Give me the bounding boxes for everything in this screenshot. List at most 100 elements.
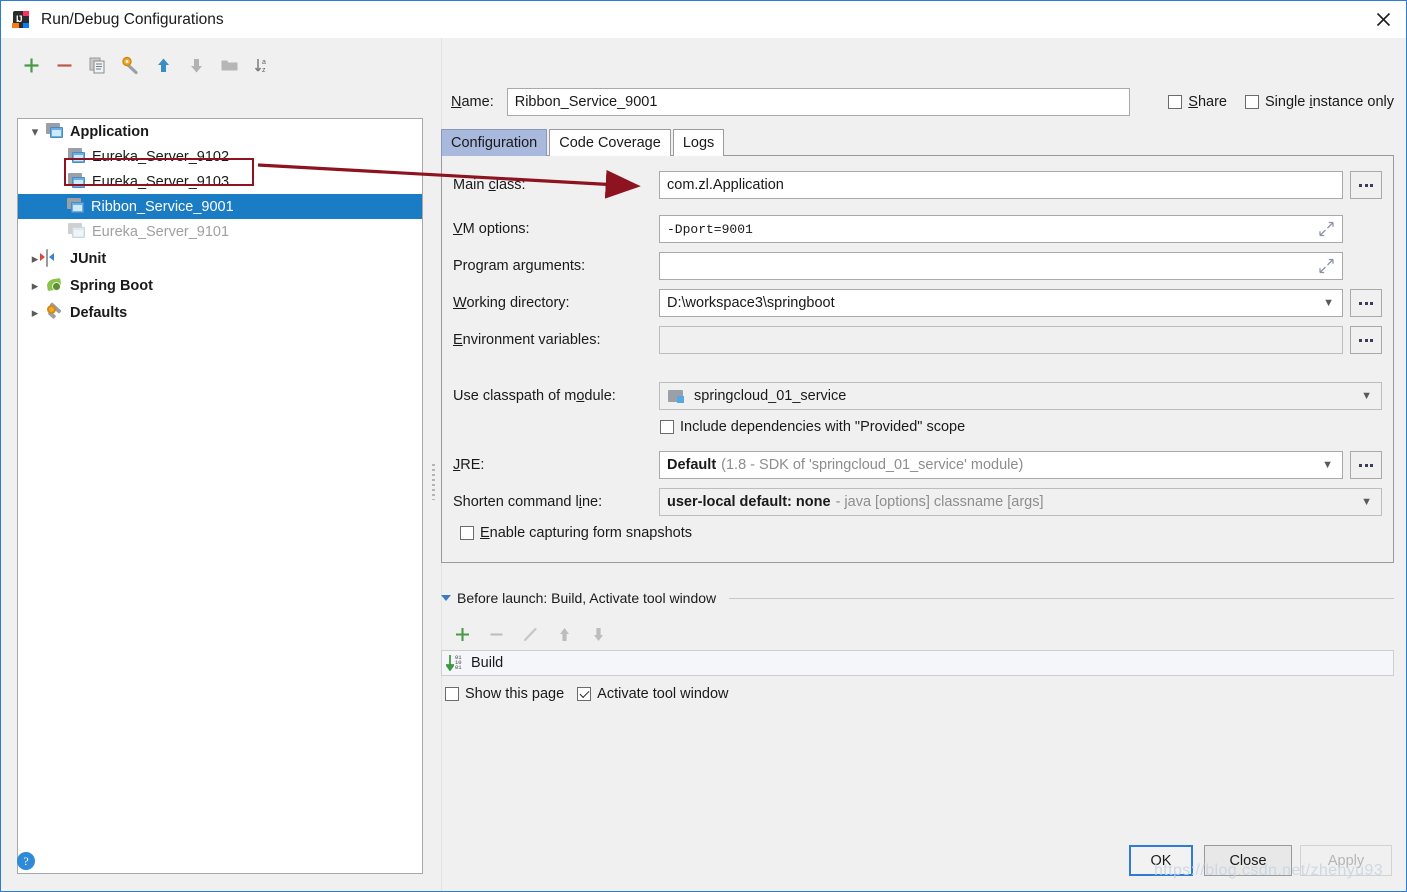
chevron-down-icon[interactable]: ▼ — [1361, 390, 1372, 402]
use-classpath-combo[interactable]: springcloud_01_service ▼ — [659, 382, 1382, 410]
activate-tool-window-checkbox[interactable]: Activate tool window — [577, 686, 729, 702]
jre-combo[interactable]: Default (1.8 - SDK of 'springcloud_01_se… — [659, 451, 1343, 479]
vm-options-input[interactable]: -Dport=9001 — [659, 215, 1343, 243]
jre-value: Default — [667, 457, 717, 473]
wrench-icon[interactable] — [114, 51, 147, 79]
program-arguments-row: Program arguments: — [453, 252, 1382, 280]
main-class-input[interactable]: com.zl.Application — [659, 171, 1343, 199]
expand-icon[interactable] — [1319, 258, 1334, 274]
tree-item-eureka-server-9101[interactable]: Eureka_Server_9101 — [18, 219, 422, 244]
working-directory-browse-button[interactable] — [1350, 289, 1382, 317]
arrow-up-icon[interactable] — [147, 51, 180, 79]
chevron-down-icon[interactable]: ▼ — [1323, 297, 1334, 309]
name-input[interactable]: Ribbon_Service_9001 — [506, 88, 1131, 116]
show-this-page-checkbox-box[interactable] — [445, 687, 459, 701]
use-classpath-label: Use classpath of module: — [453, 388, 616, 404]
tree-item-spring-boot[interactable]: ▸ Spring Boot — [18, 273, 422, 298]
tree-item-defaults[interactable]: ▸ Defaults — [18, 300, 422, 325]
share-checkbox[interactable]: Share — [1168, 94, 1227, 110]
vm-options-label: VM options: — [453, 221, 530, 237]
tree-item-application[interactable]: ▾ Application — [18, 119, 422, 144]
configurations-toolbar: a z — [15, 50, 285, 80]
shorten-command-line-row: Shorten command line: user-local default… — [453, 488, 1382, 516]
enable-snapshots-checkbox-box[interactable] — [460, 526, 474, 540]
jre-row: JRE: Default (1.8 - SDK of 'springcloud_… — [453, 451, 1382, 479]
panel-splitter[interactable] — [430, 118, 438, 874]
enable-snapshots-row: Enable capturing form snapshots — [453, 525, 1382, 541]
working-directory-label: Working directory: — [453, 295, 570, 311]
sort-az-icon[interactable]: a z — [246, 51, 279, 79]
build-icon: 01 10 01 — [444, 655, 464, 672]
program-arguments-input[interactable] — [659, 252, 1343, 280]
pencil-icon[interactable] — [513, 621, 547, 647]
close-icon[interactable] — [1360, 1, 1406, 38]
application-icon — [67, 198, 86, 215]
enable-snapshots-checkbox[interactable]: Enable capturing form snapshots — [460, 525, 692, 541]
tab-logs[interactable]: Logs — [672, 129, 725, 156]
tree-item-ribbon-service-9001[interactable]: Ribbon_Service_9001 — [18, 194, 422, 219]
before-launch-title: Before launch: Build, Activate tool wind… — [457, 590, 717, 606]
name-label: Name: — [451, 94, 494, 110]
copy-configuration-button[interactable] — [81, 51, 114, 79]
close-button[interactable]: Close — [1204, 845, 1292, 876]
environment-variables-input[interactable] — [659, 326, 1343, 354]
chevron-down-icon[interactable]: ▾ — [24, 125, 46, 138]
working-directory-input[interactable]: D:\workspace3\springboot ▼ — [659, 289, 1343, 317]
move-task-up-button[interactable] — [547, 621, 581, 647]
use-classpath-row: Use classpath of module: springcloud_01_… — [453, 382, 1382, 410]
application-icon — [46, 123, 65, 140]
ok-button[interactable]: OK — [1129, 845, 1193, 876]
remove-task-button[interactable] — [479, 621, 513, 647]
arrow-down-icon[interactable] — [180, 51, 213, 79]
before-launch-task-list[interactable]: 01 10 01 Build — [441, 650, 1394, 676]
shorten-command-line-combo[interactable]: user-local default: none - java [options… — [659, 488, 1382, 516]
tree-item-label: Ribbon_Service_9001 — [91, 198, 234, 215]
before-launch-header[interactable]: Before launch: Build, Activate tool wind… — [441, 590, 1394, 606]
remove-configuration-button[interactable] — [48, 51, 81, 79]
tab-code-coverage[interactable]: Code Coverage — [549, 129, 671, 156]
folder-icon[interactable] — [213, 51, 246, 79]
tree-item-label: Spring Boot — [70, 277, 153, 294]
configuration-tab-panel: Main class: com.zl.Application VM option… — [441, 155, 1394, 563]
jre-hint: (1.8 - SDK of 'springcloud_01_service' m… — [721, 457, 1024, 473]
chevron-right-icon[interactable]: ▸ — [24, 279, 46, 292]
main-class-browse-button[interactable] — [1350, 171, 1382, 199]
include-provided-checkbox[interactable]: Include dependencies with "Provided" sco… — [660, 419, 965, 435]
name-row: Name: Ribbon_Service_9001 Share Single i… — [451, 88, 1394, 116]
tab-configuration[interactable]: Configuration — [441, 129, 548, 156]
jre-browse-button[interactable] — [1350, 451, 1382, 479]
chevron-down-icon[interactable]: ▼ — [1322, 459, 1333, 471]
environment-variables-browse-button[interactable] — [1350, 326, 1382, 354]
show-this-page-checkbox[interactable]: Show this page — [445, 686, 564, 702]
add-configuration-button[interactable] — [15, 51, 48, 79]
wrench-icon — [46, 302, 65, 321]
tree-item-eureka-server-9102[interactable]: Eureka_Server_9102 — [18, 144, 422, 169]
include-provided-checkbox-box[interactable] — [660, 420, 674, 434]
before-launch-task-label: Build — [471, 655, 504, 671]
collapse-triangle-icon[interactable] — [441, 595, 451, 601]
tree-item-label: Eureka_Server_9101 — [92, 223, 230, 240]
header-divider — [729, 597, 1394, 599]
apply-button-label: Apply — [1327, 852, 1365, 869]
chevron-right-icon[interactable]: ▸ — [24, 306, 46, 319]
configurations-tree[interactable]: ▾ Application Eureka_Server_9102 Eureka_… — [17, 118, 423, 874]
single-instance-checkbox-box[interactable] — [1245, 95, 1259, 109]
expand-icon[interactable] — [1319, 221, 1334, 237]
add-task-button[interactable] — [445, 621, 479, 647]
shorten-command-line-value: user-local default: none — [667, 494, 831, 510]
tree-item-eureka-server-9103[interactable]: Eureka_Server_9103 — [18, 169, 422, 194]
single-instance-label: Single instance only — [1265, 94, 1394, 110]
tab-label: Code Coverage — [559, 135, 661, 151]
help-icon[interactable]: ? — [17, 852, 35, 870]
tree-item-junit[interactable]: ▸ JUnit — [18, 246, 422, 271]
activate-tool-window-checkbox-box[interactable] — [577, 687, 592, 701]
move-task-down-button[interactable] — [581, 621, 615, 647]
apply-button: Apply — [1300, 845, 1392, 876]
chevron-down-icon[interactable]: ▼ — [1361, 496, 1372, 508]
tree-item-label: Defaults — [70, 304, 128, 321]
editor-tabs[interactable]: Configuration Code Coverage Logs — [441, 129, 726, 156]
name-input-value: Ribbon_Service_9001 — [514, 94, 658, 110]
tab-label: Logs — [682, 135, 715, 151]
share-checkbox-box[interactable] — [1168, 95, 1183, 109]
single-instance-checkbox[interactable]: Single instance only — [1245, 94, 1394, 110]
